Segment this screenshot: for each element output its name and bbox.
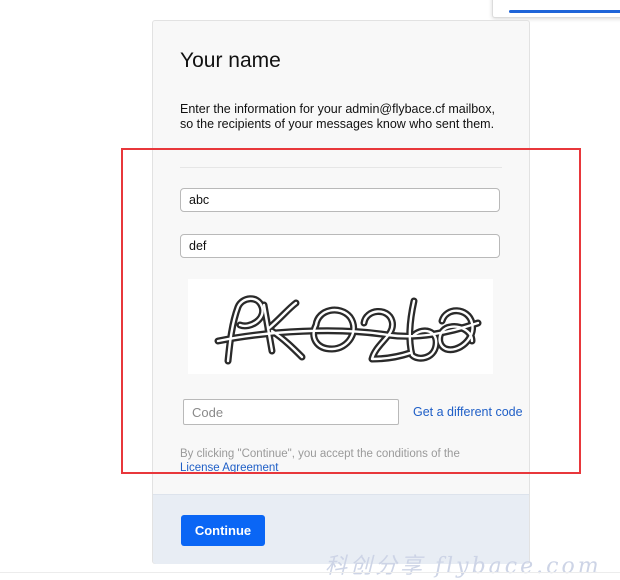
last-name-field[interactable]	[180, 234, 500, 258]
agreement-text: By clicking "Continue", you accept the c…	[180, 447, 500, 475]
captcha-image	[188, 279, 493, 374]
agreement-prefix: By clicking "Continue", you accept the c…	[180, 448, 460, 460]
popup-accent-bar	[509, 10, 620, 13]
divider	[180, 167, 502, 168]
watermark: 科创分享 flybace.com	[325, 554, 602, 579]
form-description: Enter the information for your admin@fly…	[180, 102, 495, 131]
get-different-code-link[interactable]: Get a different code	[413, 405, 523, 419]
captcha-code-input[interactable]	[183, 399, 399, 425]
page-bottom-line	[0, 572, 620, 573]
name-form-card: Your name Enter the information for your…	[152, 20, 530, 564]
top-popup	[492, 0, 620, 18]
first-name-field[interactable]	[180, 188, 500, 212]
page-title: Your name	[180, 49, 281, 72]
license-agreement-link[interactable]: License Agreement	[180, 462, 278, 474]
continue-button[interactable]: Continue	[181, 515, 265, 546]
